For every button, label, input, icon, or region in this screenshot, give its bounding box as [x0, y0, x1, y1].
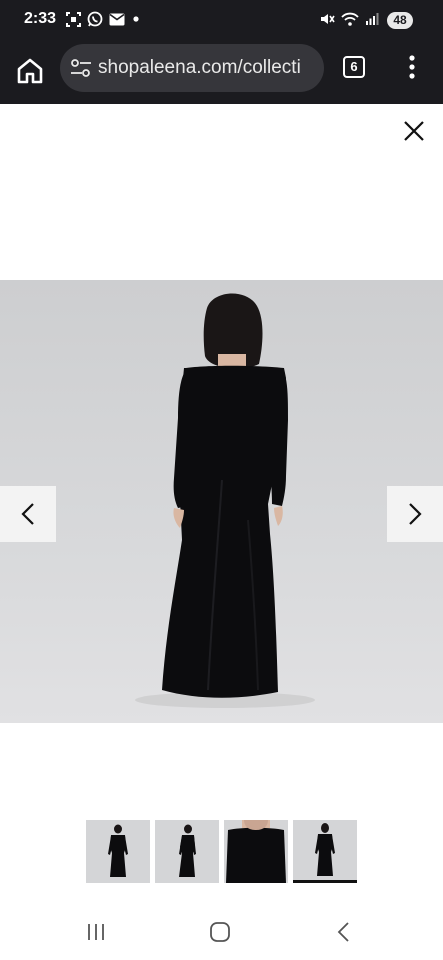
chevron-right-icon [409, 503, 422, 525]
system-navigation-bar [0, 898, 443, 960]
dot-icon [133, 16, 139, 22]
signal-icon [366, 13, 379, 25]
mute-icon [321, 14, 335, 24]
product-image [135, 293, 315, 708]
previous-image-button[interactable] [0, 486, 56, 542]
thumbnail-image [315, 823, 335, 876]
battery-indicator: 48 [387, 12, 413, 29]
address-bar[interactable]: shopaleena.com/collecti [60, 44, 324, 92]
status-icons-left [66, 11, 141, 27]
home-icon[interactable] [14, 55, 46, 87]
thumbnail-3[interactable] [224, 820, 288, 883]
product-image-gallery[interactable] [0, 280, 443, 723]
chevron-left-icon [21, 503, 34, 525]
thumbnail-2[interactable] [155, 820, 219, 883]
site-settings-icon[interactable] [70, 58, 92, 78]
close-icon[interactable] [402, 119, 426, 143]
next-image-button[interactable] [387, 486, 443, 542]
wifi-icon [341, 12, 359, 26]
tab-switcher-button[interactable]: 6 [343, 56, 365, 78]
home-nav-icon[interactable] [208, 920, 232, 944]
thumbnail-strip [86, 820, 357, 883]
thumbnail-image [179, 824, 196, 877]
thumbnail-4[interactable] [293, 820, 357, 883]
more-options-icon[interactable] [404, 54, 420, 80]
thumbnail-image [108, 824, 128, 877]
status-bar: 2:33 48 [0, 0, 443, 38]
recent-apps-icon[interactable] [84, 920, 108, 944]
mail-icon [109, 13, 125, 25]
status-time: 2:33 [24, 10, 57, 27]
browser-toolbar: shopaleena.com/collecti 6 [0, 38, 443, 104]
status-icons-right [319, 11, 379, 27]
url-text[interactable]: shopaleena.com/collecti [98, 57, 316, 79]
thumbnail-1[interactable] [86, 820, 150, 883]
back-nav-icon[interactable] [332, 920, 356, 944]
screenshot-icon [66, 11, 81, 27]
whatsapp-icon [87, 11, 103, 27]
thumbnail-image [226, 820, 286, 883]
